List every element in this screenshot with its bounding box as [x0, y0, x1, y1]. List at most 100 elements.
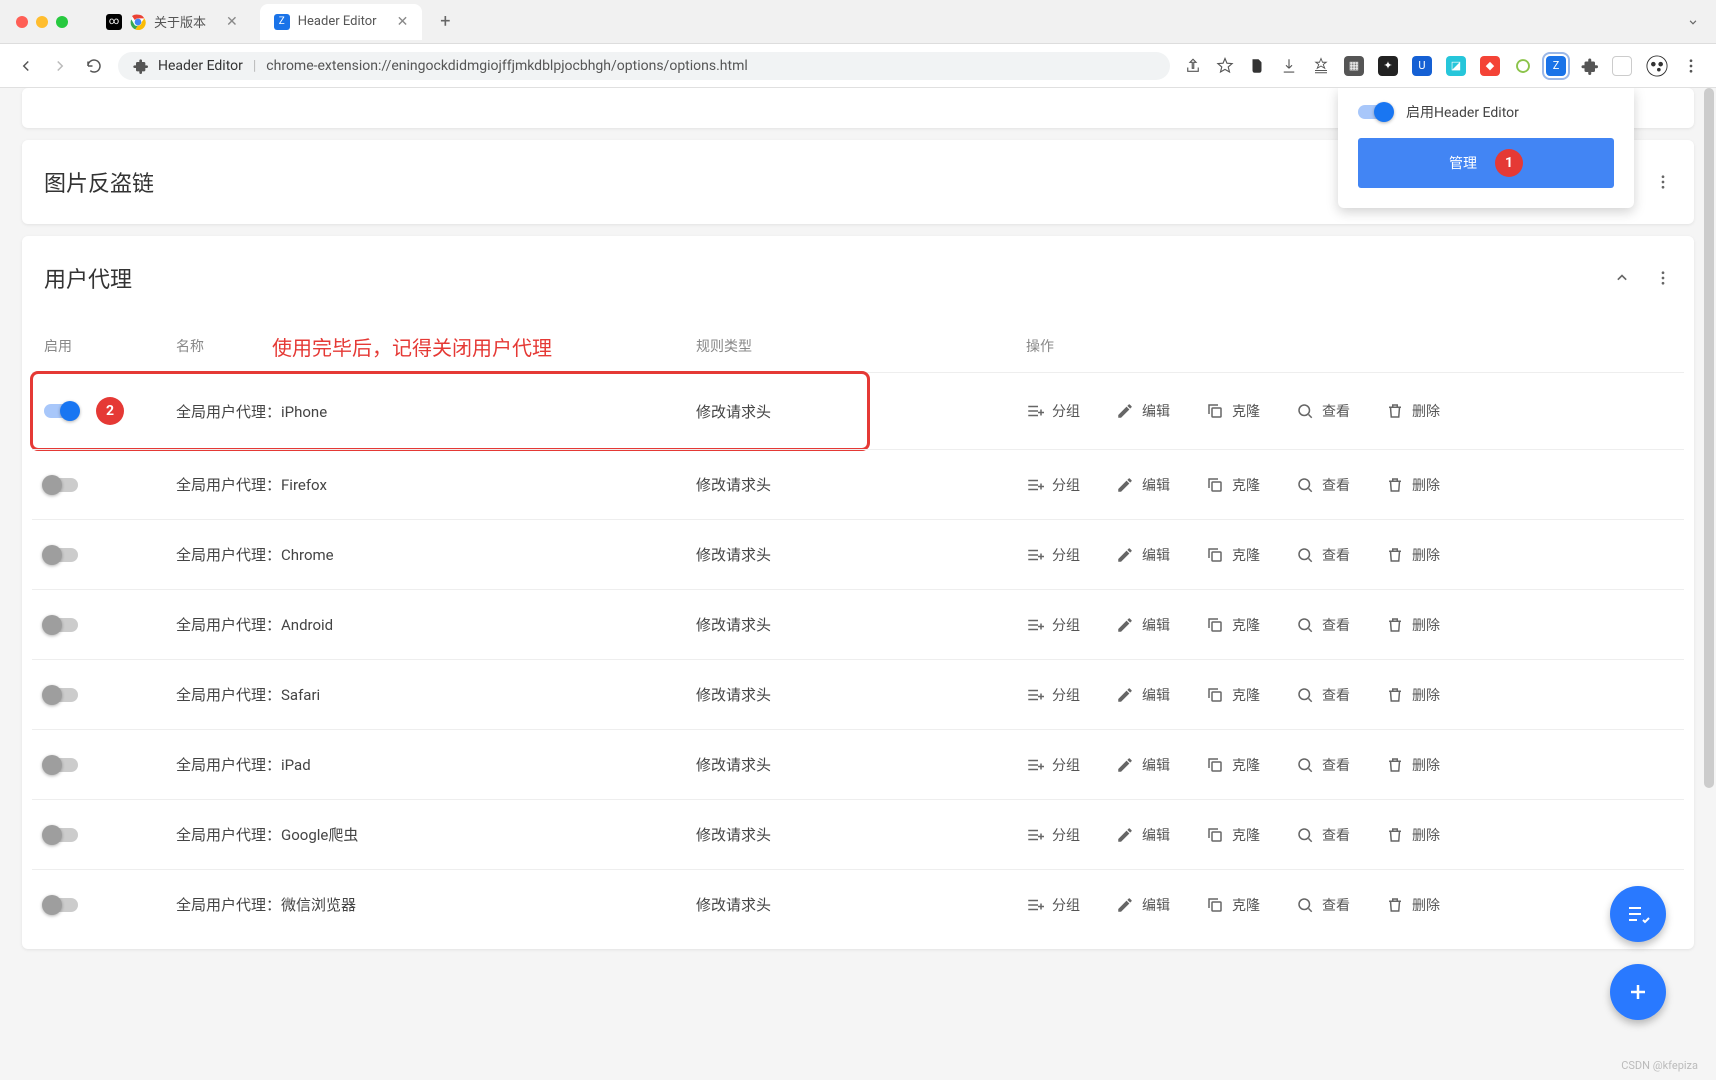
star-icon[interactable]	[1216, 57, 1234, 75]
header-editor-ext-icon[interactable]: Z	[1546, 56, 1566, 76]
view-button[interactable]: 查看	[1296, 545, 1350, 565]
reload-button[interactable]	[84, 57, 104, 75]
op-label: 删除	[1412, 401, 1440, 421]
extension-popup: 启用Header Editor 管理 1	[1338, 88, 1634, 208]
delete-button[interactable]: 删除	[1386, 475, 1440, 495]
ext-icon-square[interactable]	[1612, 56, 1632, 76]
rule-name: 全局用户代理：Safari	[176, 684, 696, 705]
group-button[interactable]: 分组	[1026, 475, 1080, 495]
clone-button[interactable]: 克隆	[1206, 825, 1260, 845]
rule-toggle[interactable]	[44, 758, 78, 772]
extensions-icon[interactable]	[1580, 57, 1598, 75]
delete-button[interactable]: 删除	[1386, 895, 1440, 915]
op-label: 克隆	[1232, 401, 1260, 421]
delete-button[interactable]: 删除	[1386, 401, 1440, 421]
forward-button[interactable]	[50, 57, 70, 75]
op-label: 删除	[1412, 615, 1440, 635]
scrollbar[interactable]	[1704, 88, 1714, 1080]
close-window-button[interactable]	[16, 16, 28, 28]
bookmarks-icon[interactable]	[1312, 57, 1330, 75]
view-button[interactable]: 查看	[1296, 755, 1350, 775]
ext-icon-dark[interactable]: ✦	[1378, 56, 1398, 76]
tab-title: 关于版本	[154, 12, 206, 31]
delete-button[interactable]: 删除	[1386, 685, 1440, 705]
ext-icon-shield[interactable]: U	[1412, 56, 1432, 76]
collapse-icon[interactable]	[1612, 268, 1632, 288]
delete-button[interactable]: 删除	[1386, 825, 1440, 845]
op-label: 删除	[1412, 895, 1440, 915]
group-button[interactable]: 分组	[1026, 545, 1080, 565]
ext-icon-circle[interactable]	[1514, 57, 1532, 75]
fab-add[interactable]	[1610, 964, 1666, 1020]
more-icon[interactable]	[1654, 173, 1672, 191]
clone-button[interactable]: 克隆	[1206, 895, 1260, 915]
ext-icon-ublock[interactable]: ◆	[1480, 56, 1500, 76]
group-button[interactable]: 分组	[1026, 685, 1080, 705]
menu-icon[interactable]	[1682, 57, 1700, 75]
view-button[interactable]: 查看	[1296, 685, 1350, 705]
rule-toggle[interactable]	[44, 404, 78, 418]
infinity-icon: ∞	[106, 14, 122, 30]
delete-button[interactable]: 删除	[1386, 615, 1440, 635]
edit-button[interactable]: 编辑	[1116, 895, 1170, 915]
delete-button[interactable]: 删除	[1386, 755, 1440, 775]
rule-toggle[interactable]	[44, 548, 78, 562]
ext-icon-bookmark[interactable]: ◪	[1446, 56, 1466, 76]
profile-avatar-icon[interactable]	[1646, 55, 1668, 77]
tabs-dropdown-icon[interactable]	[1686, 15, 1700, 29]
clone-button[interactable]: 克隆	[1206, 615, 1260, 635]
view-button[interactable]: 查看	[1296, 615, 1350, 635]
rule-toggle[interactable]	[44, 898, 78, 912]
share-icon[interactable]	[1184, 57, 1202, 75]
edit-button[interactable]: 编辑	[1116, 545, 1170, 565]
group-button[interactable]: 分组	[1026, 895, 1080, 915]
view-button[interactable]: 查看	[1296, 401, 1350, 421]
clone-button[interactable]: 克隆	[1206, 755, 1260, 775]
delete-button[interactable]: 删除	[1386, 545, 1440, 565]
clone-button[interactable]: 克隆	[1206, 685, 1260, 705]
edit-button[interactable]: 编辑	[1116, 401, 1170, 421]
view-button[interactable]: 查看	[1296, 475, 1350, 495]
rule-type: 修改请求头	[696, 401, 1026, 422]
browser-tab-0[interactable]: ∞ 关于版本 ✕	[92, 4, 252, 40]
rule-toggle[interactable]	[44, 688, 78, 702]
maximize-window-button[interactable]	[56, 16, 68, 28]
op-label: 查看	[1322, 685, 1350, 705]
browser-tab-1[interactable]: Z Header Editor ✕	[260, 4, 423, 40]
edit-button[interactable]: 编辑	[1116, 615, 1170, 635]
close-tab-icon[interactable]: ✕	[397, 14, 409, 30]
group-button[interactable]: 分组	[1026, 401, 1080, 421]
ext-icon-grid[interactable]: ▦	[1344, 56, 1364, 76]
fab-list-check[interactable]	[1610, 886, 1666, 942]
group-button[interactable]: 分组	[1026, 825, 1080, 845]
rule-toggle[interactable]	[44, 618, 78, 632]
evernote-icon[interactable]	[1248, 57, 1266, 75]
edit-button[interactable]: 编辑	[1116, 755, 1170, 775]
back-button[interactable]	[16, 57, 36, 75]
group-button[interactable]: 分组	[1026, 615, 1080, 635]
clone-button[interactable]: 克隆	[1206, 475, 1260, 495]
op-label: 删除	[1412, 825, 1440, 845]
group-button[interactable]: 分组	[1026, 755, 1080, 775]
browser-chrome: ∞ 关于版本 ✕ Z Header Editor ✕ + Header Edit…	[0, 0, 1716, 88]
op-label: 查看	[1322, 401, 1350, 421]
view-button[interactable]: 查看	[1296, 825, 1350, 845]
clone-button[interactable]: 克隆	[1206, 401, 1260, 421]
rule-name: 全局用户代理：iPhone	[176, 401, 696, 422]
url-input[interactable]: Header Editor | chrome-extension://ening…	[118, 52, 1170, 80]
new-tab-button[interactable]: +	[430, 11, 460, 32]
edit-button[interactable]: 编辑	[1116, 685, 1170, 705]
clone-button[interactable]: 克隆	[1206, 545, 1260, 565]
minimize-window-button[interactable]	[36, 16, 48, 28]
rule-toggle[interactable]	[44, 828, 78, 842]
download-icon[interactable]	[1280, 57, 1298, 75]
close-tab-icon[interactable]: ✕	[226, 14, 238, 30]
edit-button[interactable]: 编辑	[1116, 825, 1170, 845]
op-label: 查看	[1322, 825, 1350, 845]
rule-toggle[interactable]	[44, 478, 78, 492]
enable-extension-toggle[interactable]	[1358, 105, 1392, 119]
manage-button[interactable]: 管理 1	[1358, 138, 1614, 188]
more-icon[interactable]	[1654, 269, 1672, 287]
edit-button[interactable]: 编辑	[1116, 475, 1170, 495]
view-button[interactable]: 查看	[1296, 895, 1350, 915]
